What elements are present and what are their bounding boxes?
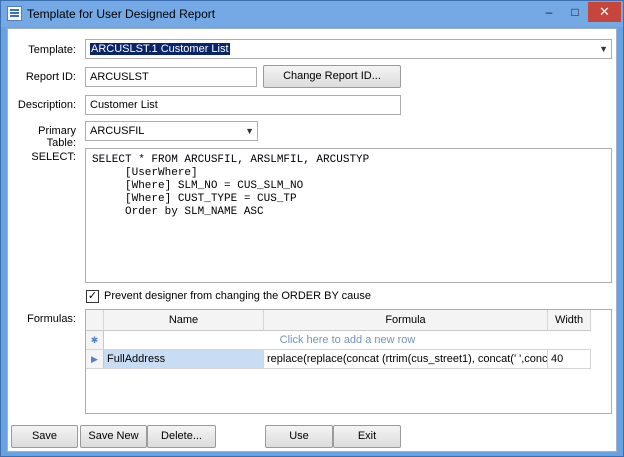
report-id-field[interactable]: ARCUSLST	[85, 67, 257, 87]
description-field[interactable]: Customer List	[85, 95, 401, 115]
formulas-grid: Name Formula Width ✱ Click here to add a…	[85, 309, 612, 414]
close-button[interactable]: ✕	[588, 2, 621, 22]
save-button[interactable]: Save	[11, 425, 78, 448]
exit-button[interactable]: Exit	[333, 425, 401, 448]
formulas-label: Formulas:	[27, 313, 76, 325]
row-pointer-icon[interactable]: ▶	[86, 350, 104, 369]
maximize-button[interactable]: □	[562, 2, 588, 22]
report-id-label: Report ID:	[25, 71, 76, 83]
template-combo[interactable]: ARCUSLST.1 Customer List ▼	[85, 39, 612, 59]
delete-button[interactable]: Delete...	[147, 425, 216, 448]
prevent-order-by-label: Prevent designer from changing the ORDER…	[104, 290, 371, 302]
grid-corner-header	[86, 310, 104, 331]
grid-header-formula[interactable]: Formula	[264, 310, 548, 331]
grid-header-name[interactable]: Name	[104, 310, 264, 331]
description-label: Description:	[17, 99, 76, 111]
template-combo-value: ARCUSLST.1 Customer List	[90, 43, 230, 55]
change-report-id-button[interactable]: Change Report ID...	[263, 65, 401, 88]
table-cell-width[interactable]: 40	[548, 350, 591, 369]
chevron-down-icon: ▼	[599, 44, 608, 54]
save-new-button[interactable]: Save New	[80, 425, 147, 448]
table-cell-name[interactable]: FullAddress	[104, 350, 264, 369]
primary-table-label: Primary Table:	[38, 125, 76, 149]
window-title: Template for User Designed Report	[27, 7, 216, 21]
chevron-down-icon: ▼	[245, 126, 254, 136]
add-new-row-button[interactable]: Click here to add a new row	[104, 331, 591, 350]
primary-table-combo[interactable]: ARCUSFIL ▼	[85, 121, 258, 141]
select-sql-editor[interactable]: SELECT * FROM ARCUSFIL, ARSLMFIL, ARCUST…	[85, 148, 612, 283]
select-label: SELECT:	[31, 151, 76, 163]
report-template-window: Template for User Designed Report – □ ✕ …	[0, 0, 624, 457]
grid-header-width[interactable]: Width	[548, 310, 591, 331]
prevent-order-by-checkbox[interactable]: ✓	[86, 290, 99, 303]
use-button[interactable]: Use	[265, 425, 333, 448]
template-label: Template:	[28, 44, 76, 56]
form-client-area: Template: ARCUSLST.1 Customer List ▼ Rep…	[7, 28, 617, 452]
table-cell-formula[interactable]: replace(replace(concat (rtrim(cus_street…	[264, 350, 548, 369]
new-row-icon: ✱	[86, 331, 104, 350]
title-bar[interactable]: Template for User Designed Report – □ ✕	[1, 1, 623, 27]
app-icon	[7, 6, 22, 21]
minimize-button[interactable]: –	[536, 2, 562, 22]
primary-table-combo-value: ARCUSFIL	[90, 125, 145, 137]
